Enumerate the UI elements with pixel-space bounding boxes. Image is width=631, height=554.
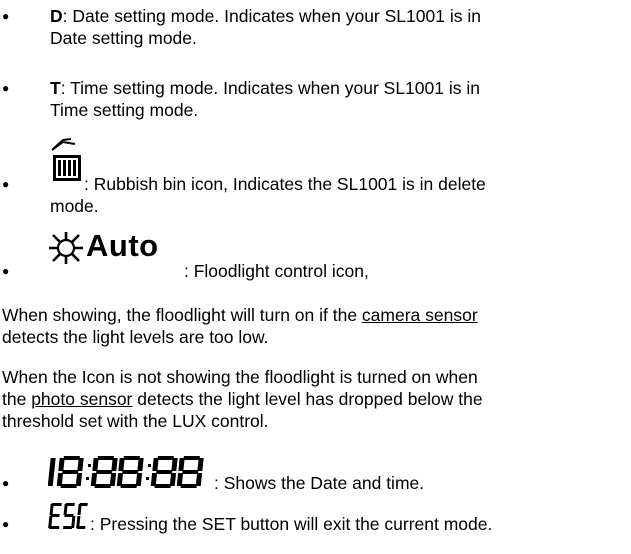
list-item-text: : Floodlight control icon, xyxy=(184,261,369,281)
list-item-text: D: Date setting mode. Indicates when you… xyxy=(50,6,481,48)
bullet-icon: ● xyxy=(2,9,10,23)
mode-key-t: T xyxy=(50,78,61,98)
list-item-text: : Pressing the SET button will exit the … xyxy=(90,514,493,534)
rubbish-bin-icon xyxy=(51,138,81,181)
list-item-text: : Shows the Date and time. xyxy=(214,473,425,493)
bullet-icon: ● xyxy=(2,476,10,490)
bullet-icon: ● xyxy=(2,264,10,278)
camera-sensor-term: camera sensor xyxy=(361,305,478,325)
list-item-text: T: Time setting mode. Indicates when you… xyxy=(50,78,480,120)
photo-sensor-term: photo sensor xyxy=(31,389,133,409)
bullet-icon: ● xyxy=(2,517,10,531)
esc-segment-icon xyxy=(48,503,88,529)
bullet-icon: ● xyxy=(2,177,10,191)
paragraph-camera-sensor: When showing, the floodlight will turn o… xyxy=(2,305,478,347)
seven-segment-datetime-icon xyxy=(48,456,204,488)
list-item-text: : Rubbish bin icon, Indicates the SL1001… xyxy=(84,174,486,194)
mode-key-d: D xyxy=(50,6,63,26)
auto-label: Auto xyxy=(86,228,159,263)
paragraph-photo-sensor: When the Icon is not showing the floodli… xyxy=(2,367,483,431)
bullet-icon: ● xyxy=(2,81,10,95)
sun-icon xyxy=(49,232,83,264)
